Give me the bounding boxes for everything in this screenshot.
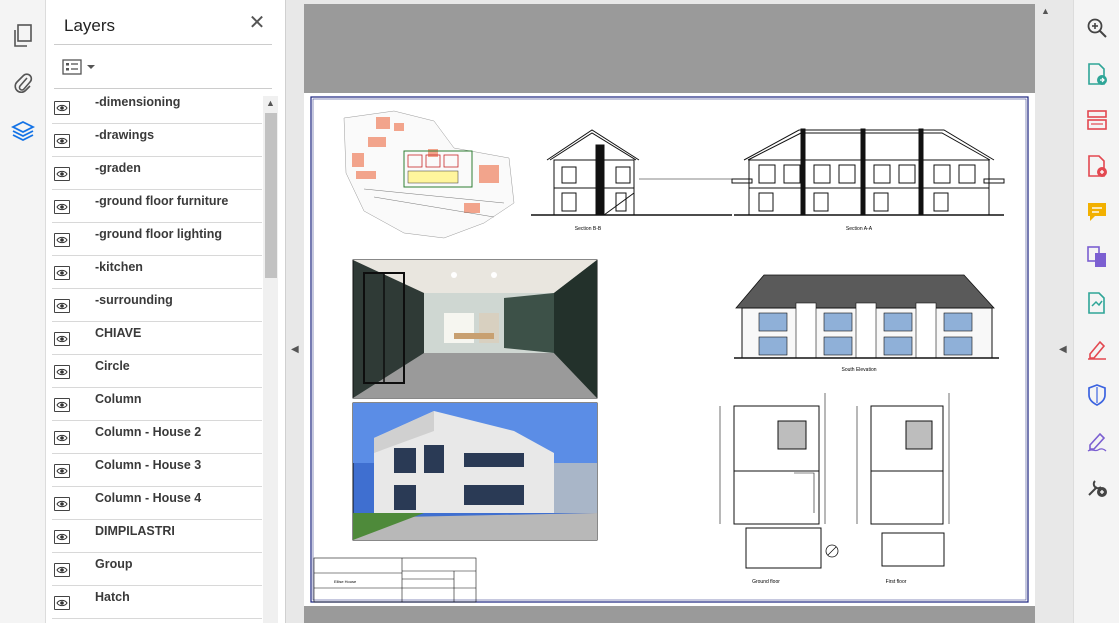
eye-icon[interactable]	[54, 266, 70, 280]
layer-label: Circle	[95, 359, 130, 373]
layers-panel: Layers ✕ -dimensioning -drawings -graden -g…	[46, 0, 286, 623]
eye-icon[interactable]	[54, 596, 70, 610]
layer-label: -dimensioning	[95, 95, 181, 109]
tools-rail	[1073, 0, 1119, 623]
south-elevation-caption: South Elevation	[841, 367, 876, 373]
layer-label: -ground floor furniture	[95, 194, 229, 208]
layer-label: Column - House 4	[95, 491, 202, 505]
list-options-icon	[62, 59, 82, 75]
layer-row[interactable]: -surrounding	[52, 289, 262, 322]
more-tools-icon[interactable]	[1083, 473, 1111, 501]
kitchen-render-image	[352, 259, 598, 399]
section-bb-caption: Section B-B	[575, 226, 602, 232]
eye-icon[interactable]	[54, 167, 70, 181]
layer-row[interactable]: Circle	[52, 355, 262, 388]
page-gap	[304, 4, 1035, 93]
scroll-up-icon[interactable]: ▲	[263, 96, 278, 111]
organize-pages-icon[interactable]	[1083, 106, 1111, 134]
eye-icon[interactable]	[54, 398, 70, 412]
export-pdf-icon[interactable]	[1083, 60, 1111, 88]
zoom-in-icon[interactable]	[1083, 14, 1111, 42]
south-elevation-drawing	[734, 274, 999, 359]
divider	[54, 88, 272, 89]
layer-label: CHIAVE	[95, 326, 142, 340]
layer-row[interactable]: -ground floor furniture	[52, 190, 262, 223]
section-aa-drawing	[731, 128, 1005, 216]
eye-icon[interactable]	[54, 233, 70, 247]
layer-row[interactable]: Group	[52, 553, 262, 586]
layer-label: -drawings	[95, 128, 155, 142]
fill-sign-icon[interactable]	[1083, 335, 1111, 363]
eye-icon[interactable]	[54, 497, 70, 511]
page-gap	[304, 606, 1035, 623]
divider	[54, 44, 272, 45]
layer-label: DIMPILASTRI	[95, 524, 175, 538]
left-navigation-rail	[0, 0, 46, 623]
eye-icon[interactable]	[54, 332, 70, 346]
first-floor-caption: First floor	[886, 579, 907, 585]
layer-label: Column	[95, 392, 142, 406]
eye-icon[interactable]	[54, 431, 70, 445]
collapse-left-panel-icon[interactable]: ◀	[291, 344, 299, 355]
scrollbar-thumb[interactable]	[265, 113, 277, 278]
layer-list-scrollbar[interactable]: ▲	[263, 96, 278, 623]
right-panel-splitter	[1055, 0, 1073, 623]
drawing-page: Section B-B Section A-A South Elevation …	[304, 93, 1035, 606]
layer-row[interactable]: Column - House 4	[52, 487, 262, 520]
layer-label: Column - House 2	[95, 425, 202, 439]
architectural-drawing: Section B-B Section A-A South Elevation …	[310, 96, 1029, 603]
layer-label: -surrounding	[95, 293, 173, 307]
section-aa-caption: Section A-A	[846, 226, 873, 232]
eye-icon[interactable]	[54, 464, 70, 478]
scroll-up-icon[interactable]: ▲	[1041, 6, 1050, 16]
site-plan	[343, 110, 515, 239]
eye-icon[interactable]	[54, 200, 70, 214]
close-icon[interactable]: ✕	[246, 12, 268, 34]
exterior-render-image	[352, 402, 598, 541]
layer-row[interactable]: Column - House 3	[52, 454, 262, 487]
eye-icon[interactable]	[54, 101, 70, 115]
eye-icon[interactable]	[54, 530, 70, 544]
ground-floor-caption: Ground floor	[752, 579, 780, 585]
layer-label: Hatch	[95, 590, 130, 604]
layer-label: -kitchen	[95, 260, 143, 274]
layer-label: -graden	[95, 161, 141, 175]
layer-row[interactable]: -kitchen	[52, 256, 262, 289]
protect-icon[interactable]	[1083, 381, 1111, 409]
comment-icon[interactable]	[1083, 198, 1111, 226]
eye-icon[interactable]	[54, 299, 70, 313]
combine-files-icon[interactable]	[1083, 243, 1111, 271]
layer-list: -dimensioning -drawings -graden -ground flo…	[52, 91, 264, 623]
request-signature-icon[interactable]	[1083, 427, 1111, 455]
layers-icon[interactable]	[9, 117, 37, 145]
ground-floor-plan	[719, 393, 826, 569]
attachment-icon[interactable]	[9, 69, 37, 97]
collapse-right-panel-icon[interactable]: ◀	[1059, 344, 1067, 355]
section-bb-drawing	[531, 129, 734, 216]
layer-row[interactable]: -ground floor lighting	[52, 223, 262, 256]
layer-label: Group	[95, 557, 133, 571]
pages-icon[interactable]	[9, 22, 37, 50]
eye-icon[interactable]	[54, 365, 70, 379]
layer-row[interactable]: CHIAVE	[52, 322, 262, 355]
document-viewport[interactable]: ◀ ▲ Section B-B Section A-A South Elevat…	[286, 0, 1055, 623]
eye-icon[interactable]	[54, 563, 70, 577]
panel-title: Layers	[64, 16, 116, 35]
create-pdf-icon[interactable]	[1083, 152, 1111, 180]
layer-row[interactable]: Hatch	[52, 586, 262, 619]
layer-row[interactable]: -drawings	[52, 124, 262, 157]
layer-label: -ground floor lighting	[95, 227, 223, 241]
title-block-project-name: Ellise House	[334, 579, 357, 584]
layer-row[interactable]: -graden	[52, 157, 262, 190]
layer-row[interactable]: DIMPILASTRI	[52, 520, 262, 553]
layer-row[interactable]: -dimensioning	[52, 91, 262, 124]
chevron-down-icon	[87, 65, 95, 69]
layer-row[interactable]: Column	[52, 388, 262, 421]
layer-row[interactable]: Column - House 2	[52, 421, 262, 454]
layer-label: Column - House 3	[95, 458, 202, 472]
enhance-scans-icon[interactable]	[1083, 289, 1111, 317]
eye-icon[interactable]	[54, 134, 70, 148]
layer-options-button[interactable]	[62, 56, 98, 78]
first-floor-plan	[856, 393, 950, 567]
